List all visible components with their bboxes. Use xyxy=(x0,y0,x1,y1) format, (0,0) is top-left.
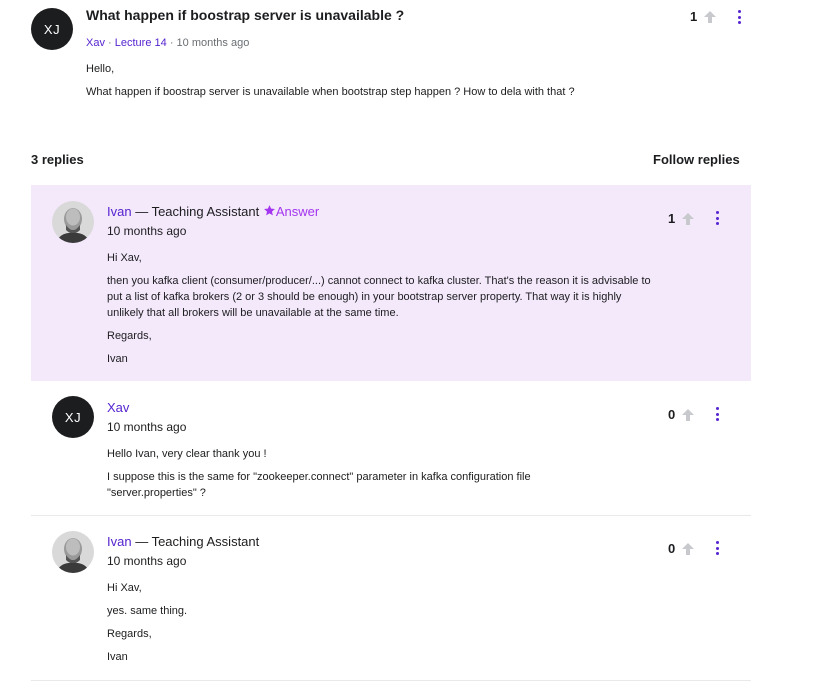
reply-author-name[interactable]: Xav xyxy=(107,400,129,415)
replies-count: 3 replies xyxy=(31,152,84,167)
reply-author-line: Ivan — Teaching Assistant xyxy=(107,534,259,549)
reply-body-line: then you kafka client (consumer/producer… xyxy=(107,275,651,319)
arrow-up-icon xyxy=(682,542,695,555)
reply-author-avatar[interactable] xyxy=(52,531,94,573)
reply-time: 10 months ago xyxy=(107,420,187,434)
reply-upvote-button[interactable] xyxy=(681,408,695,422)
avatar-initials: XJ xyxy=(43,21,61,37)
reply-author-name[interactable]: Ivan xyxy=(107,204,132,219)
reply-time: 10 months ago xyxy=(107,224,187,238)
reply-body-line: I suppose this is the same for "zookeepe… xyxy=(107,471,531,499)
question-body: Hello, What happen if boostrap server is… xyxy=(86,61,646,107)
question-time: 10 months ago xyxy=(176,37,250,49)
reply-body-line: yes. same thing. xyxy=(107,605,188,617)
reply-upvote-button[interactable] xyxy=(681,542,695,556)
reply-author-avatar[interactable]: XJ xyxy=(52,396,94,438)
reply-body: Hi Xav, then you kafka client (consumer/… xyxy=(107,250,652,374)
arrow-up-icon xyxy=(704,10,717,23)
reply-upvote-count: 0 xyxy=(668,541,676,556)
more-vertical-icon[interactable] xyxy=(712,541,722,555)
reply-body-line: Regards, xyxy=(107,628,152,640)
meta-separator: · xyxy=(108,37,115,49)
arrow-up-icon xyxy=(682,212,695,225)
more-vertical-icon[interactable] xyxy=(712,407,722,421)
reply-body-line: Hello Ivan, very clear thank you ! xyxy=(107,448,267,460)
reply-upvote-button[interactable] xyxy=(681,212,695,226)
reply-vote: 0 xyxy=(668,541,695,556)
reply-divider xyxy=(31,680,751,681)
question-title: What happen if boostrap server is unavai… xyxy=(86,7,405,23)
more-vertical-icon[interactable] xyxy=(734,10,744,24)
reply-body: Hello Ivan, very clear thank you ! I sup… xyxy=(107,446,577,508)
reply-body-line: Hi Xav, xyxy=(107,252,142,264)
reply-upvote-count: 0 xyxy=(668,407,676,422)
meta-separator: · xyxy=(169,37,177,49)
reply-divider xyxy=(31,515,751,516)
question-body-line: Hello, xyxy=(86,63,115,75)
reply-vote: 0 xyxy=(668,407,695,422)
more-vertical-icon[interactable] xyxy=(712,211,722,225)
question-vote: 1 xyxy=(690,9,717,24)
answer-badge-label: Answer xyxy=(275,204,320,219)
reply-author-role: — Teaching Assistant xyxy=(135,534,260,549)
reply-body-line: Ivan xyxy=(107,353,128,365)
reply-body: Hi Xav, yes. same thing. Regards, Ivan xyxy=(107,580,577,672)
user-photo-icon xyxy=(52,531,94,573)
reply-author-avatar[interactable] xyxy=(52,201,94,243)
avatar-initials: XJ xyxy=(64,409,82,425)
question-author-avatar[interactable]: XJ xyxy=(31,8,73,50)
question-lecture-link[interactable]: Lecture 14 xyxy=(115,37,167,49)
reply-author-line: Ivan — Teaching Assistant Answer xyxy=(107,204,319,219)
question-author-link[interactable]: Xav xyxy=(86,37,105,49)
reply-upvote-count: 1 xyxy=(668,211,676,226)
question-meta: Xav · Lecture 14 · 10 months ago xyxy=(86,37,249,49)
question-upvote-count: 1 xyxy=(690,9,698,24)
reply-author-role: — Teaching Assistant xyxy=(135,204,260,219)
answer-badge: Answer xyxy=(263,204,319,219)
question-body-line: What happen if boostrap server is unavai… xyxy=(86,86,575,98)
follow-replies-button[interactable]: Follow replies xyxy=(653,152,740,167)
reply-author-name[interactable]: Ivan xyxy=(107,534,132,549)
question-upvote-button[interactable] xyxy=(703,10,717,24)
reply-author-line: Xav xyxy=(107,400,129,415)
reply-time: 10 months ago xyxy=(107,554,187,568)
star-icon xyxy=(263,205,275,216)
arrow-up-icon xyxy=(682,408,695,421)
user-photo-icon xyxy=(52,201,94,243)
reply-vote: 1 xyxy=(668,211,695,226)
reply-body-line: Regards, xyxy=(107,330,152,342)
reply-body-line: Hi Xav, xyxy=(107,582,142,594)
reply-body-line: Ivan xyxy=(107,651,128,663)
